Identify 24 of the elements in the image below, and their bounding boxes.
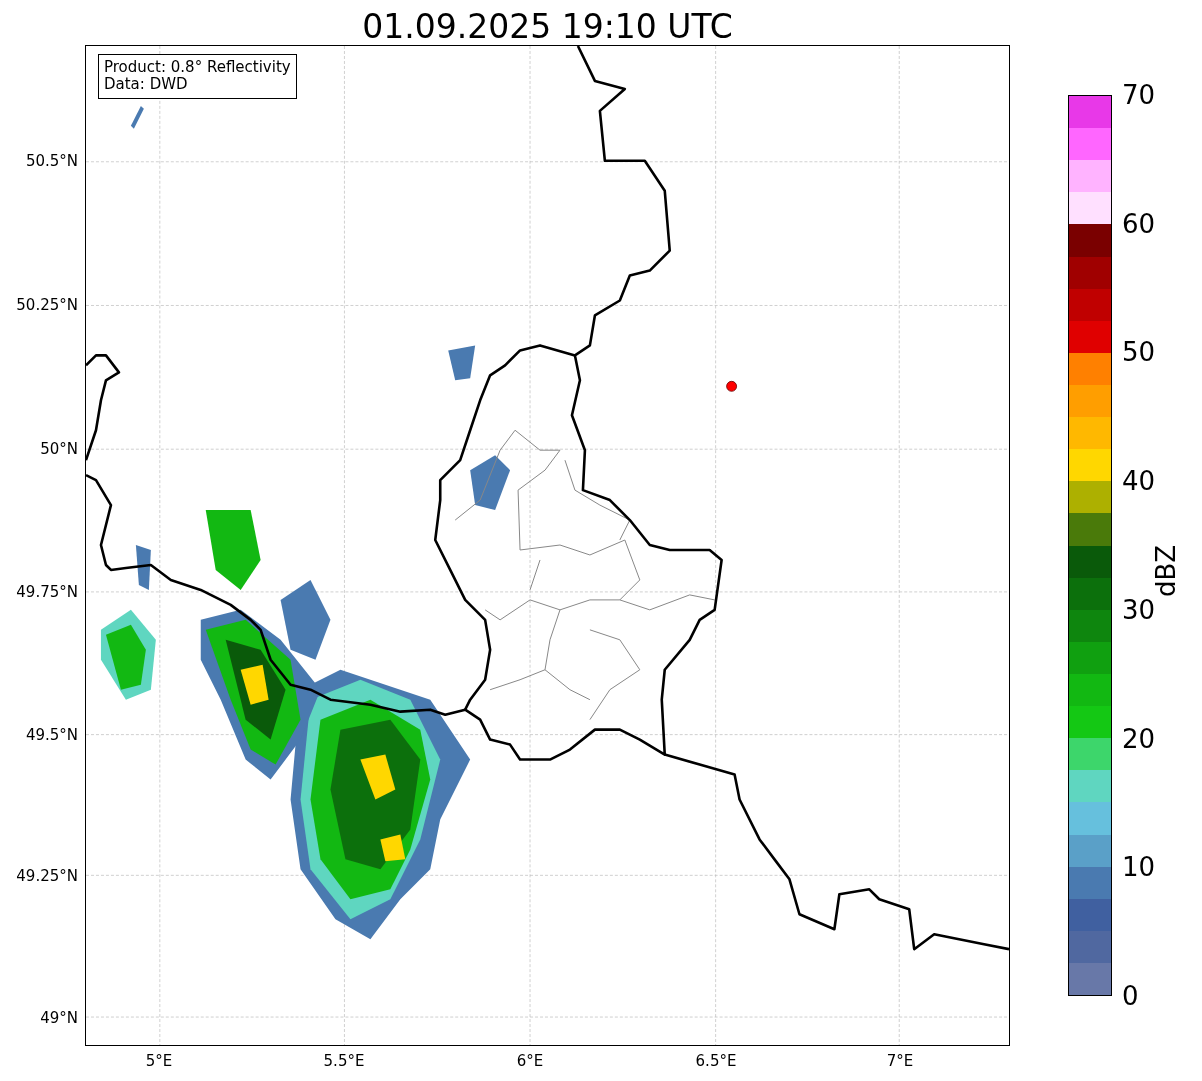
latitude-label: 50.25°N: [16, 296, 78, 314]
latitude-label: 50.5°N: [25, 152, 78, 170]
info-text: Data: DWD: [104, 76, 189, 94]
longitude-label: 6.5°E: [695, 1052, 737, 1070]
colorbar-tick-label: 30: [1122, 596, 1156, 623]
latitude-label: 49.25°N: [16, 867, 78, 885]
longitude-label: 6°E: [516, 1052, 544, 1070]
colorbar-tick-label: 0: [1122, 983, 1139, 1009]
latitude-label: 50°N: [40, 440, 78, 458]
longitude-label: 7°E: [886, 1052, 914, 1070]
chart-title: 01.09.2025 19:10 UTC: [361, 10, 734, 45]
info-text: Product: 0.8° Reflectivity: [104, 59, 291, 77]
colorbar-tick-label: 50: [1122, 339, 1156, 366]
latitude-label: 49°N: [40, 1009, 78, 1027]
colorbar-label: dBZ: [1151, 544, 1182, 597]
latitude-label: 49.75°N: [16, 583, 78, 601]
longitude-label: 5°E: [145, 1052, 173, 1070]
colorbar-tick-label: 70: [1122, 82, 1156, 108]
latitude-label: 49.5°N: [25, 726, 78, 744]
colorbar-tick-label: 20: [1122, 725, 1156, 752]
colorbar-tick-label: 10: [1122, 854, 1156, 881]
colorbar-tick-label: 60: [1122, 210, 1156, 237]
colorbar-tick-label: 40: [1122, 468, 1156, 495]
longitude-label: 5.5°E: [323, 1052, 365, 1070]
